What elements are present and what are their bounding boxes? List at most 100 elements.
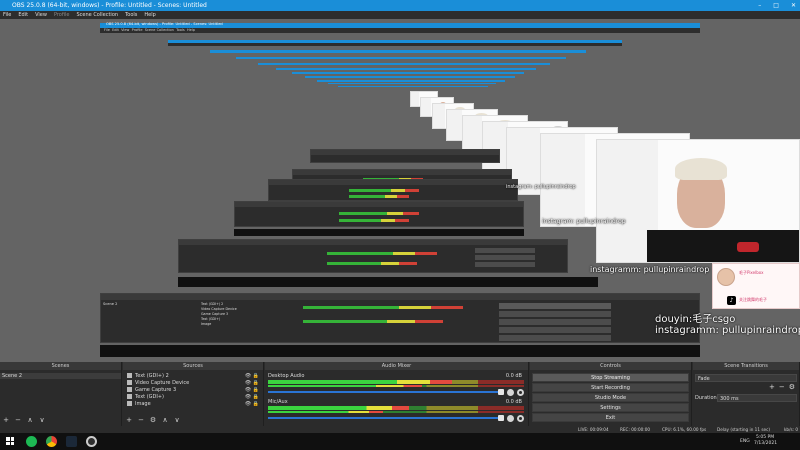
nested-window-titlebar — [317, 80, 505, 82]
delay-status: Delay (starting in 11 sec) — [717, 427, 771, 432]
microphone — [737, 242, 759, 252]
nested-window-titlebar — [210, 50, 586, 53]
tiktok-icon: ♪ — [727, 296, 736, 305]
remove-source-button[interactable]: − — [137, 415, 145, 425]
window-title: OBS 25.0.8 (64-bit, windows) - Profile: … — [12, 2, 207, 9]
nested-window-title: OBS 25.0.8 (64-bit, windows) - Profile: … — [106, 22, 223, 26]
desktop-audio-meter — [268, 380, 524, 384]
duration-input[interactable]: 300 ms — [717, 394, 797, 402]
menu-tools[interactable]: Tools — [125, 11, 137, 19]
move-scene-down-button[interactable]: ∨ — [38, 415, 46, 425]
windows-start-icon[interactable] — [6, 437, 14, 445]
move-source-up-button[interactable]: ∧ — [161, 415, 169, 425]
stop-streaming-button[interactable]: Stop Streaming — [532, 373, 689, 382]
menu-scene-collection[interactable]: Scene Collection — [76, 11, 118, 19]
douyin-overlay: douyin:毛子csgo — [655, 314, 736, 325]
source-properties-button[interactable]: ⚙ — [149, 415, 157, 425]
game-source-icon — [127, 387, 132, 392]
audio-mixer-title: Audio Mixer — [265, 362, 528, 370]
instagram-overlay-main: instagramm: pullupinraindrop — [655, 325, 800, 336]
nested-window-titlebar — [338, 86, 488, 87]
remove-transition-button[interactable]: − — [779, 383, 785, 391]
visibility-lock-icons[interactable]: 👁 🔒 — [245, 387, 259, 393]
instagram-overlay-large: instagramm: pullupinraindrop — [590, 265, 710, 274]
kbps-status: kb/s: 0 — [784, 427, 799, 432]
source-item[interactable]: Image 👁 🔒 — [123, 401, 263, 407]
preview-canvas[interactable]: OBS 25.0.8 (64-bit, windows) - Profile: … — [0, 19, 800, 362]
nested-window-titlebar — [276, 68, 536, 70]
spotify-icon[interactable] — [26, 436, 37, 447]
settings-button[interactable]: Settings — [532, 403, 689, 412]
start-recording-button[interactable]: Start Recording — [532, 383, 689, 392]
speaker-icon[interactable] — [507, 389, 514, 396]
menu-edit[interactable]: Edit — [18, 11, 28, 19]
source-item[interactable]: Text (GDI+) 👁 🔒 — [123, 394, 263, 400]
transition-toolbar: + − ⚙ — [769, 383, 795, 391]
visibility-lock-icons[interactable]: 👁 🔒 — [245, 394, 259, 400]
maximize-button[interactable]: □ — [773, 0, 779, 11]
nested-menu-bar: File Edit View Profile Scene Collection … — [100, 28, 700, 33]
close-button[interactable]: ✕ — [791, 0, 796, 11]
nested-taskbar — [234, 229, 524, 236]
minimize-button[interactable]: – — [758, 0, 761, 11]
visibility-lock-icons[interactable]: 👁 🔒 — [245, 373, 259, 379]
move-scene-up-button[interactable]: ∧ — [26, 415, 34, 425]
clock-date[interactable]: 7/13/2021 — [754, 440, 777, 447]
avatar — [717, 268, 735, 286]
scenes-title: Scenes — [0, 362, 121, 370]
desktop-audio-volume-slider[interactable] — [268, 389, 504, 395]
obs-icon[interactable] — [86, 436, 97, 447]
duration-label: Duration — [695, 395, 717, 401]
nested-taskbar — [100, 345, 700, 357]
scene-item[interactable]: Scene 2 — [0, 373, 121, 379]
add-source-button[interactable]: + — [125, 415, 133, 425]
source-item[interactable]: Video Capture Device 👁 🔒 — [123, 380, 263, 386]
visibility-lock-icons[interactable]: 👁 🔒 — [245, 380, 259, 386]
menu-file[interactable]: File — [3, 11, 11, 19]
nested-obs-docks — [310, 149, 500, 163]
mic-aux-volume-slider[interactable] — [268, 415, 504, 421]
source-item[interactable]: Game Capture 3 👁 🔒 — [123, 387, 263, 393]
card-line-2: 关注跳舞的毛子 — [739, 297, 767, 302]
language-indicator[interactable]: ENG — [740, 438, 750, 445]
rec-status: REC: 00:00:00 — [620, 427, 651, 432]
steam-icon[interactable] — [66, 436, 77, 447]
remove-scene-button[interactable]: − — [14, 415, 22, 425]
sources-dock: Sources Text (GDI+) 2 👁 🔒 Video Capture D… — [123, 362, 264, 426]
menu-bar: File Edit View Profile Scene Collection … — [0, 11, 800, 19]
douyin-card: 毛子Pixelbox ♪ 关注跳舞的毛子 — [712, 263, 800, 309]
sources-title: Sources — [123, 362, 263, 370]
exit-button[interactable]: Exit — [532, 413, 689, 422]
nested-obs-docks — [178, 239, 568, 273]
nested-window-titlebar — [328, 83, 496, 84]
windows-taskbar: ENG 5:05 PM 7/13/2021 — [0, 433, 800, 450]
transition-properties-button[interactable]: ⚙ — [789, 383, 795, 391]
nested-menu-label: File Edit View Profile Scene Collection … — [104, 28, 195, 32]
scenes-toolbar: + − ∧ ∨ — [0, 415, 121, 425]
add-scene-button[interactable]: + — [2, 415, 10, 425]
chrome-icon[interactable] — [46, 436, 57, 447]
transition-select[interactable]: Fade — [695, 374, 797, 382]
nested-window-titlebar — [305, 76, 515, 78]
source-item[interactable]: Text (GDI+) 2 👁 🔒 — [123, 373, 263, 379]
menu-profile[interactable]: Profile — [54, 11, 70, 19]
desktop-audio-meter-r — [268, 385, 524, 387]
mic-aux-meter-r — [268, 411, 524, 413]
nested-obs-docks: Scene 2 Text (GDI+) 2 Video Capture Devic… — [100, 293, 700, 343]
scenes-dock: Scenes Scene 2 + − ∧ ∨ — [0, 362, 122, 426]
text-source-icon — [127, 394, 132, 399]
controls-dock: Controls Stop Streaming Start Recording … — [530, 362, 692, 426]
add-transition-button[interactable]: + — [769, 383, 775, 391]
nested-window-titlebar — [258, 63, 550, 65]
menu-help[interactable]: Help — [144, 11, 155, 19]
webcam-capture-main — [596, 139, 800, 263]
move-source-down-button[interactable]: ∨ — [173, 415, 181, 425]
menu-view[interactable]: View — [35, 11, 47, 19]
speaker-icon[interactable] — [507, 415, 514, 422]
visibility-lock-icons[interactable]: 👁 🔒 — [245, 401, 259, 407]
gear-icon[interactable] — [517, 389, 524, 396]
scene-transitions-title: Scene Transitions — [693, 362, 799, 370]
gear-icon[interactable] — [517, 415, 524, 422]
studio-mode-button[interactable]: Studio Mode — [532, 393, 689, 402]
nested-menu-bar — [168, 43, 622, 46]
